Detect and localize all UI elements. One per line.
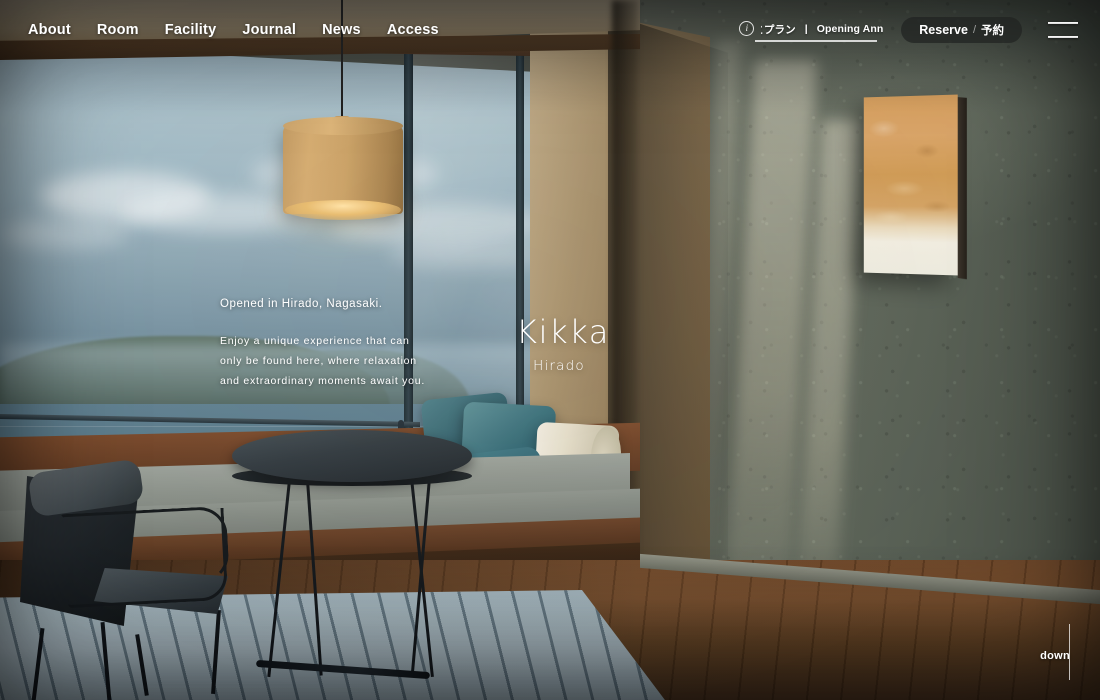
hero-page: About Room Facility Journal News Access … [0, 0, 1100, 700]
nav-item-about[interactable]: About [28, 22, 71, 38]
reserve-separator: / [972, 24, 976, 36]
reserve-label-en: Reserve [919, 23, 968, 37]
scroll-down-indicator[interactable]: down [1040, 624, 1070, 680]
ticker-underline [755, 40, 878, 42]
ticker-item-2: Opening Anniv [816, 23, 884, 35]
header-actions: i とプラン | Opening Anniv Reserve / 予約 [739, 17, 1078, 43]
ticker-separator: | [804, 23, 808, 35]
info-icon: i [739, 21, 755, 36]
hero-body-line-2: only be found here, where relaxation [220, 355, 417, 367]
site-header: About Room Facility Journal News Access … [0, 0, 1100, 60]
wall-artwork [863, 94, 958, 276]
hero-body-text: Enjoy a unique experience that can only … [220, 331, 425, 391]
brand-location: Hirado [533, 358, 585, 374]
scroll-down-label: down [1040, 650, 1070, 662]
ticker-track: とプラン | Opening Anniv [761, 22, 883, 37]
announcement-ticker[interactable]: i とプラン | Opening Anniv [739, 20, 883, 42]
brand-logo: Kikka Hirado [516, 313, 610, 374]
nav-item-room[interactable]: Room [97, 22, 139, 38]
ticker-item-1: とプラン [761, 23, 796, 36]
chair-armrest [63, 507, 229, 609]
main-navigation: About Room Facility Journal News Access [28, 22, 439, 38]
nav-item-access[interactable]: Access [387, 22, 439, 38]
table-top [232, 430, 472, 482]
hero-lead-text: Opened in Hirado, Nagasaki. [220, 298, 383, 310]
lounge-chair [8, 452, 234, 700]
nav-item-journal[interactable]: Journal [242, 22, 296, 38]
nav-item-news[interactable]: News [322, 22, 361, 38]
hero-body-line-1: Enjoy a unique experience that can [220, 335, 410, 347]
nav-item-facility[interactable]: Facility [165, 22, 217, 38]
brand-name: Kikka [516, 313, 610, 351]
hero-text-block: Opened in Hirado, Nagasaki. Enjoy a uniq… [220, 298, 425, 391]
pendant-lamp-light [285, 200, 401, 220]
table-foot [255, 659, 431, 680]
hero-body-line-3: and extraordinary moments await you. [220, 375, 426, 387]
ticker-viewport: とプラン | Opening Anniv [761, 20, 883, 38]
reserve-label-jp: 予約 [981, 25, 1004, 37]
cloud [0, 219, 130, 249]
scroll-indicator-line [1068, 624, 1070, 680]
hamburger-menu-icon[interactable] [1048, 22, 1078, 38]
round-table [232, 430, 482, 700]
reserve-button[interactable]: Reserve / 予約 [901, 17, 1022, 43]
